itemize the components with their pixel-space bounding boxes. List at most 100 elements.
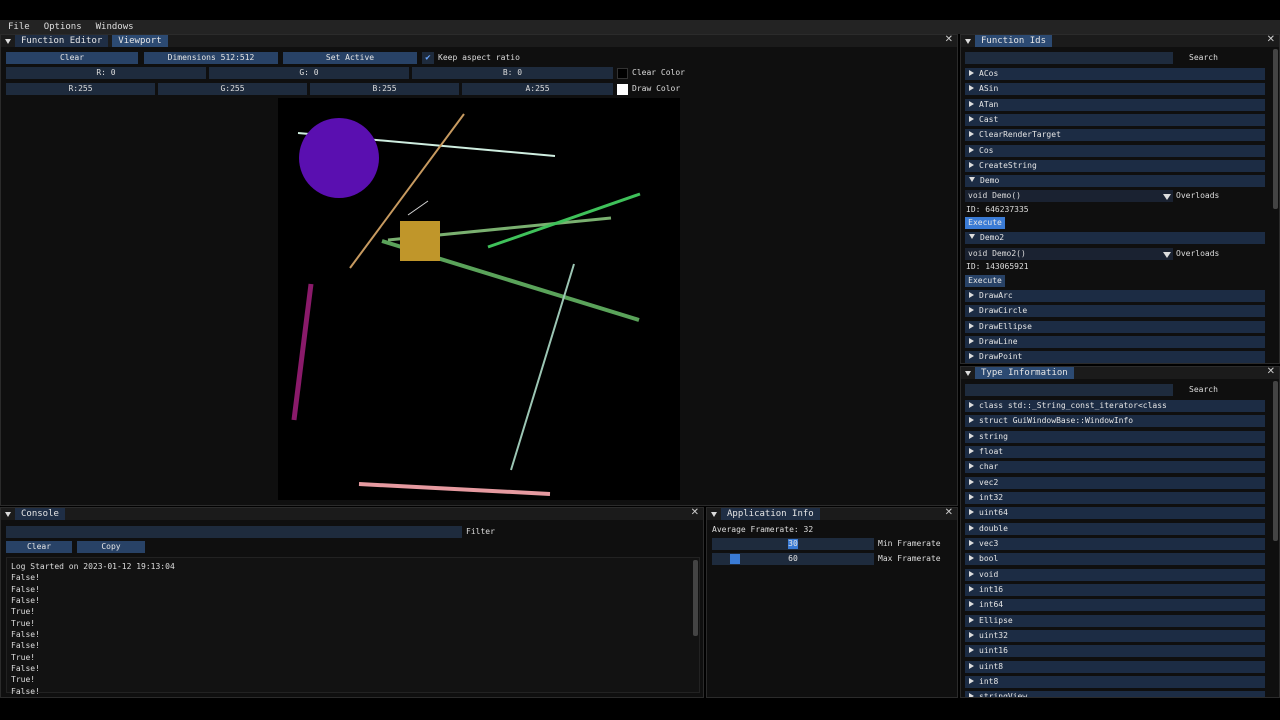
collapse-arrow-icon[interactable] bbox=[965, 38, 971, 44]
function-item-drawarc[interactable]: DrawArc bbox=[965, 290, 1265, 302]
draw-color-swatch[interactable] bbox=[617, 84, 628, 95]
tab-function-editor[interactable]: Function Editor bbox=[15, 35, 109, 47]
function-item-cos[interactable]: Cos bbox=[965, 145, 1265, 157]
max-framerate-label: Max Framerate bbox=[878, 554, 941, 563]
type-item[interactable]: stringView bbox=[965, 691, 1265, 697]
type-item[interactable]: uint8 bbox=[965, 661, 1265, 673]
clear-color-swatch[interactable] bbox=[617, 68, 628, 79]
tab-type-information[interactable]: Type Information bbox=[975, 367, 1074, 379]
function-search-input[interactable] bbox=[965, 52, 1173, 64]
function-item-drawellipse[interactable]: DrawEllipse bbox=[965, 321, 1265, 333]
type-item[interactable]: class std::_String_const_iterator<class … bbox=[965, 400, 1265, 412]
expand-arrow-icon bbox=[969, 161, 974, 168]
draw-color-b-field[interactable]: B:255 bbox=[310, 83, 459, 95]
type-item[interactable]: int8 bbox=[965, 676, 1265, 688]
close-icon[interactable]: ✕ bbox=[1267, 35, 1275, 45]
console-scrollbar[interactable] bbox=[693, 560, 698, 636]
type-item[interactable]: string bbox=[965, 431, 1265, 443]
type-item[interactable]: uint32 bbox=[965, 630, 1265, 642]
collapse-arrow-icon[interactable] bbox=[5, 38, 11, 44]
gold-square bbox=[400, 221, 440, 261]
clear-color-b-field[interactable]: B: 0 bbox=[412, 67, 613, 79]
function-item-atan[interactable]: ATan bbox=[965, 99, 1265, 111]
app-info-panel: Application Info ✕ Average Framerate: 32… bbox=[706, 507, 958, 698]
demo2-execute-button[interactable]: Execute bbox=[965, 275, 1005, 287]
draw-color-a-field[interactable]: A:255 bbox=[462, 83, 613, 95]
demo-overload-select[interactable]: void Demo() bbox=[965, 190, 1173, 202]
tab-console[interactable]: Console bbox=[15, 508, 65, 520]
console-filter-input[interactable] bbox=[6, 526, 462, 538]
type-info-scrollbar[interactable] bbox=[1273, 381, 1278, 541]
type-item[interactable]: bool bbox=[965, 553, 1265, 565]
collapse-arrow-icon[interactable] bbox=[5, 511, 11, 517]
function-ids-scrollbar[interactable] bbox=[1273, 49, 1278, 209]
log-line: True! bbox=[11, 675, 36, 684]
dropdown-arrow-icon[interactable] bbox=[1163, 252, 1171, 258]
keep-aspect-checkbox[interactable]: ✔ bbox=[422, 52, 434, 64]
close-icon[interactable]: ✕ bbox=[1267, 367, 1275, 377]
function-item-createstring[interactable]: CreateString bbox=[965, 160, 1265, 172]
draw-color-r-field[interactable]: R:255 bbox=[6, 83, 155, 95]
tab-application-info[interactable]: Application Info bbox=[721, 508, 820, 520]
tab-function-ids[interactable]: Function Ids bbox=[975, 35, 1053, 47]
function-item-asin[interactable]: ASin bbox=[965, 83, 1265, 95]
console-log-area[interactable]: Log Started on 2023-01-12 19:13:04 False… bbox=[6, 557, 700, 696]
tab-viewport[interactable]: Viewport bbox=[112, 35, 168, 47]
type-item[interactable]: void bbox=[965, 569, 1265, 581]
type-item[interactable]: uint64 bbox=[965, 507, 1265, 519]
function-item-acos[interactable]: ACos bbox=[965, 68, 1265, 80]
function-item-cast[interactable]: Cast bbox=[965, 114, 1265, 126]
function-item-drawline[interactable]: DrawLine bbox=[965, 336, 1265, 348]
type-item[interactable]: int32 bbox=[965, 492, 1265, 504]
function-item-demo2[interactable]: Demo2 bbox=[965, 232, 1265, 244]
demo2-overload-select[interactable]: void Demo2() bbox=[965, 248, 1173, 260]
type-item[interactable]: int16 bbox=[965, 584, 1265, 596]
expand-arrow-icon bbox=[969, 401, 974, 408]
demo-execute-button[interactable]: Execute bbox=[965, 217, 1005, 229]
close-icon[interactable]: ✕ bbox=[691, 508, 699, 518]
draw-color-g-field[interactable]: G:255 bbox=[158, 83, 307, 95]
type-item[interactable]: double bbox=[965, 523, 1265, 535]
console-titlebar: Console ✕ bbox=[1, 508, 703, 520]
clear-color-r-field[interactable]: R: 0 bbox=[6, 67, 206, 79]
menu-file[interactable]: File bbox=[8, 22, 30, 32]
render-canvas[interactable] bbox=[278, 98, 680, 500]
dropdown-arrow-icon[interactable] bbox=[1163, 194, 1171, 200]
min-framerate-slider[interactable]: 30 bbox=[712, 538, 874, 550]
min-framerate-value: 30 bbox=[788, 539, 798, 548]
type-info-titlebar: Type Information ✕ bbox=[961, 367, 1279, 379]
function-item-drawcircle[interactable]: DrawCircle bbox=[965, 305, 1265, 317]
type-item[interactable]: vec2 bbox=[965, 477, 1265, 489]
menu-options[interactable]: Options bbox=[44, 22, 82, 32]
type-item[interactable]: char bbox=[965, 461, 1265, 473]
clear-color-g-field[interactable]: G: 0 bbox=[209, 67, 409, 79]
type-search-label: Search bbox=[1189, 385, 1218, 394]
console-copy-button[interactable]: Copy bbox=[77, 541, 145, 553]
close-icon[interactable]: ✕ bbox=[945, 34, 953, 45]
expand-arrow-icon bbox=[969, 84, 974, 91]
expand-arrow-icon bbox=[969, 508, 974, 515]
type-item[interactable]: float bbox=[965, 446, 1265, 458]
expand-arrow-icon bbox=[969, 416, 974, 423]
close-icon[interactable]: ✕ bbox=[945, 507, 953, 518]
type-search-input[interactable] bbox=[965, 384, 1173, 396]
type-item[interactable]: Ellipse bbox=[965, 615, 1265, 627]
function-item-demo[interactable]: Demo bbox=[965, 175, 1265, 187]
set-active-button[interactable]: Set Active bbox=[283, 52, 417, 64]
max-framerate-slider[interactable]: 60 bbox=[712, 553, 874, 565]
type-item[interactable]: uint16 bbox=[965, 645, 1265, 657]
function-item-clearrendertarget[interactable]: ClearRenderTarget bbox=[965, 129, 1265, 141]
type-item[interactable]: int64 bbox=[965, 599, 1265, 611]
console-clear-button[interactable]: Clear bbox=[6, 541, 72, 553]
collapse-arrow-icon[interactable] bbox=[711, 511, 717, 517]
type-item[interactable]: struct GuiWindowBase::WindowInfo bbox=[965, 415, 1265, 427]
collapse-arrow-icon[interactable] bbox=[965, 370, 971, 376]
expand-arrow-icon bbox=[969, 570, 974, 577]
function-item-drawpoint[interactable]: DrawPoint bbox=[965, 351, 1265, 363]
type-item[interactable]: vec3 bbox=[965, 538, 1265, 550]
dimensions-button[interactable]: Dimensions 512:512 bbox=[144, 52, 278, 64]
expand-arrow-icon bbox=[969, 306, 974, 313]
clear-button[interactable]: Clear bbox=[6, 52, 138, 64]
demo-overloads-label: Overloads bbox=[1176, 191, 1220, 200]
menu-windows[interactable]: Windows bbox=[96, 22, 134, 32]
